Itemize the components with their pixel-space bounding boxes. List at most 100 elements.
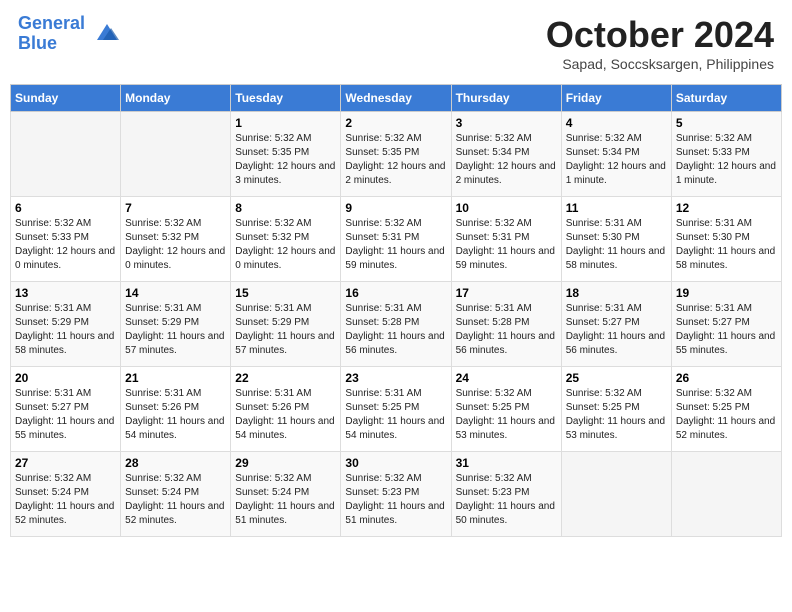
day-number: 11: [566, 201, 667, 215]
location: Sapad, Soccsksargen, Philippines: [546, 56, 774, 72]
page-header: General Blue October 2024 Sapad, Soccsks…: [10, 10, 782, 76]
calendar-cell: 9Sunrise: 5:32 AM Sunset: 5:31 PM Daylig…: [341, 197, 451, 282]
calendar-cell: 21 Sunrise: 5:31 AM Sunset: 5:26 PM Dayli…: [121, 367, 231, 452]
day-info: Sunrise: 5:32 AM Sunset: 5:23 PM Dayligh…: [345, 472, 446, 528]
calendar-cell: 30 Sunrise: 5:32 AM Sunset: 5:23 PM Dayli…: [341, 452, 451, 537]
day-number: 6: [15, 201, 116, 215]
day-number: 21: [125, 371, 226, 385]
calendar-cell: 11 Sunrise: 5:31 AM Sunset: 5:30 PM Dayli…: [561, 197, 671, 282]
calendar-cell: 3 Sunrise: 5:32 AM Sunset: 5:34 PM Daylig…: [451, 112, 561, 197]
day-info: Sunrise: 5:32 AM Sunset: 5:35 PM Dayligh…: [345, 132, 446, 188]
day-number: 10: [456, 201, 557, 215]
calendar-cell: 20Sunrise: 5:31 AM Sunset: 5:27 PM Dayli…: [11, 367, 121, 452]
calendar-cell: 8 Sunrise: 5:32 AM Sunset: 5:32 PM Daylig…: [231, 197, 341, 282]
day-info: Sunrise: 5:32 AM Sunset: 5:34 PM Dayligh…: [456, 132, 557, 188]
logo: General Blue: [18, 14, 121, 54]
calendar-cell: 13Sunrise: 5:31 AM Sunset: 5:29 PM Dayli…: [11, 282, 121, 367]
day-number: 22: [235, 371, 336, 385]
day-info: Sunrise: 5:32 AM Sunset: 5:31 PM Dayligh…: [345, 217, 446, 273]
day-number: 30: [345, 456, 446, 470]
title-area: October 2024 Sapad, Soccsksargen, Philip…: [546, 14, 774, 72]
day-info: Sunrise: 5:31 AM Sunset: 5:30 PM Dayligh…: [676, 217, 777, 273]
day-info: Sunrise: 5:32 AM Sunset: 5:24 PM Dayligh…: [235, 472, 336, 528]
day-info: Sunrise: 5:31 AM Sunset: 5:29 PM Dayligh…: [15, 302, 116, 358]
calendar-week-3: 13Sunrise: 5:31 AM Sunset: 5:29 PM Dayli…: [11, 282, 782, 367]
calendar-cell: 10 Sunrise: 5:32 AM Sunset: 5:31 PM Dayli…: [451, 197, 561, 282]
day-info: Sunrise: 5:31 AM Sunset: 5:29 PM Dayligh…: [125, 302, 226, 358]
calendar-cell: 1 Sunrise: 5:32 AM Sunset: 5:35 PM Daylig…: [231, 112, 341, 197]
day-number: 7: [125, 201, 226, 215]
calendar-cell: 28Sunrise: 5:32 AM Sunset: 5:24 PM Dayli…: [121, 452, 231, 537]
day-info: Sunrise: 5:31 AM Sunset: 5:28 PM Dayligh…: [456, 302, 557, 358]
weekday-header-wednesday: Wednesday: [341, 85, 451, 112]
day-number: 4: [566, 116, 667, 130]
day-number: 20: [15, 371, 116, 385]
calendar-cell: 7 Sunrise: 5:32 AM Sunset: 5:32 PM Daylig…: [121, 197, 231, 282]
weekday-row: SundayMondayTuesdayWednesdayThursdayFrid…: [11, 85, 782, 112]
calendar-cell: 31Sunrise: 5:32 AM Sunset: 5:23 PM Dayli…: [451, 452, 561, 537]
day-number: 8: [235, 201, 336, 215]
day-info: Sunrise: 5:32 AM Sunset: 5:31 PM Dayligh…: [456, 217, 557, 273]
calendar-cell: 16Sunrise: 5:31 AM Sunset: 5:28 PM Dayli…: [341, 282, 451, 367]
calendar-cell: 12 Sunrise: 5:31 AM Sunset: 5:30 PM Dayli…: [671, 197, 781, 282]
calendar-cell: 14 Sunrise: 5:31 AM Sunset: 5:29 PM Dayli…: [121, 282, 231, 367]
calendar-cell: 27 Sunrise: 5:32 AM Sunset: 5:24 PM Dayli…: [11, 452, 121, 537]
calendar-week-4: 20Sunrise: 5:31 AM Sunset: 5:27 PM Dayli…: [11, 367, 782, 452]
day-number: 31: [456, 456, 557, 470]
calendar-cell: 26Sunrise: 5:32 AM Sunset: 5:25 PM Dayli…: [671, 367, 781, 452]
day-info: Sunrise: 5:32 AM Sunset: 5:32 PM Dayligh…: [125, 217, 226, 273]
day-number: 2: [345, 116, 446, 130]
calendar-cell: 6 Sunrise: 5:32 AM Sunset: 5:33 PM Daylig…: [11, 197, 121, 282]
day-info: Sunrise: 5:32 AM Sunset: 5:25 PM Dayligh…: [456, 387, 557, 443]
day-number: 29: [235, 456, 336, 470]
day-info: Sunrise: 5:32 AM Sunset: 5:24 PM Dayligh…: [125, 472, 226, 528]
calendar-cell: 5Sunrise: 5:32 AM Sunset: 5:33 PM Daylig…: [671, 112, 781, 197]
calendar-cell: [671, 452, 781, 537]
calendar-cell: 22Sunrise: 5:31 AM Sunset: 5:26 PM Dayli…: [231, 367, 341, 452]
calendar-cell: 17Sunrise: 5:31 AM Sunset: 5:28 PM Dayli…: [451, 282, 561, 367]
calendar-cell: 19Sunrise: 5:31 AM Sunset: 5:27 PM Dayli…: [671, 282, 781, 367]
calendar-cell: 18Sunrise: 5:31 AM Sunset: 5:27 PM Dayli…: [561, 282, 671, 367]
day-info: Sunrise: 5:32 AM Sunset: 5:32 PM Dayligh…: [235, 217, 336, 273]
weekday-header-sunday: Sunday: [11, 85, 121, 112]
day-info: Sunrise: 5:32 AM Sunset: 5:33 PM Dayligh…: [15, 217, 116, 273]
calendar-header: SundayMondayTuesdayWednesdayThursdayFrid…: [11, 85, 782, 112]
calendar-cell: 23 Sunrise: 5:31 AM Sunset: 5:25 PM Dayli…: [341, 367, 451, 452]
weekday-header-thursday: Thursday: [451, 85, 561, 112]
calendar-cell: [121, 112, 231, 197]
calendar-cell: 25 Sunrise: 5:32 AM Sunset: 5:25 PM Dayli…: [561, 367, 671, 452]
weekday-header-saturday: Saturday: [671, 85, 781, 112]
calendar-cell: [11, 112, 121, 197]
day-number: 25: [566, 371, 667, 385]
weekday-header-friday: Friday: [561, 85, 671, 112]
logo-icon: [89, 20, 121, 48]
calendar-cell: 4Sunrise: 5:32 AM Sunset: 5:34 PM Daylig…: [561, 112, 671, 197]
weekday-header-tuesday: Tuesday: [231, 85, 341, 112]
day-info: Sunrise: 5:32 AM Sunset: 5:35 PM Dayligh…: [235, 132, 336, 188]
day-number: 26: [676, 371, 777, 385]
day-number: 1: [235, 116, 336, 130]
day-info: Sunrise: 5:31 AM Sunset: 5:27 PM Dayligh…: [566, 302, 667, 358]
day-number: 15: [235, 286, 336, 300]
calendar-week-2: 6 Sunrise: 5:32 AM Sunset: 5:33 PM Daylig…: [11, 197, 782, 282]
month-title: October 2024: [546, 14, 774, 56]
day-info: Sunrise: 5:32 AM Sunset: 5:24 PM Dayligh…: [15, 472, 116, 528]
day-number: 14: [125, 286, 226, 300]
logo-text: General Blue: [18, 14, 85, 54]
day-number: 24: [456, 371, 557, 385]
calendar-cell: 15 Sunrise: 5:31 AM Sunset: 5:29 PM Dayli…: [231, 282, 341, 367]
day-number: 23: [345, 371, 446, 385]
calendar-body: 1 Sunrise: 5:32 AM Sunset: 5:35 PM Daylig…: [11, 112, 782, 537]
calendar-cell: 29 Sunrise: 5:32 AM Sunset: 5:24 PM Dayli…: [231, 452, 341, 537]
calendar-table: SundayMondayTuesdayWednesdayThursdayFrid…: [10, 84, 782, 537]
day-info: Sunrise: 5:31 AM Sunset: 5:29 PM Dayligh…: [235, 302, 336, 358]
day-info: Sunrise: 5:31 AM Sunset: 5:26 PM Dayligh…: [125, 387, 226, 443]
day-info: Sunrise: 5:32 AM Sunset: 5:25 PM Dayligh…: [566, 387, 667, 443]
weekday-header-monday: Monday: [121, 85, 231, 112]
day-info: Sunrise: 5:31 AM Sunset: 5:30 PM Dayligh…: [566, 217, 667, 273]
day-info: Sunrise: 5:31 AM Sunset: 5:25 PM Dayligh…: [345, 387, 446, 443]
day-number: 12: [676, 201, 777, 215]
day-number: 3: [456, 116, 557, 130]
day-number: 27: [15, 456, 116, 470]
calendar-cell: [561, 452, 671, 537]
